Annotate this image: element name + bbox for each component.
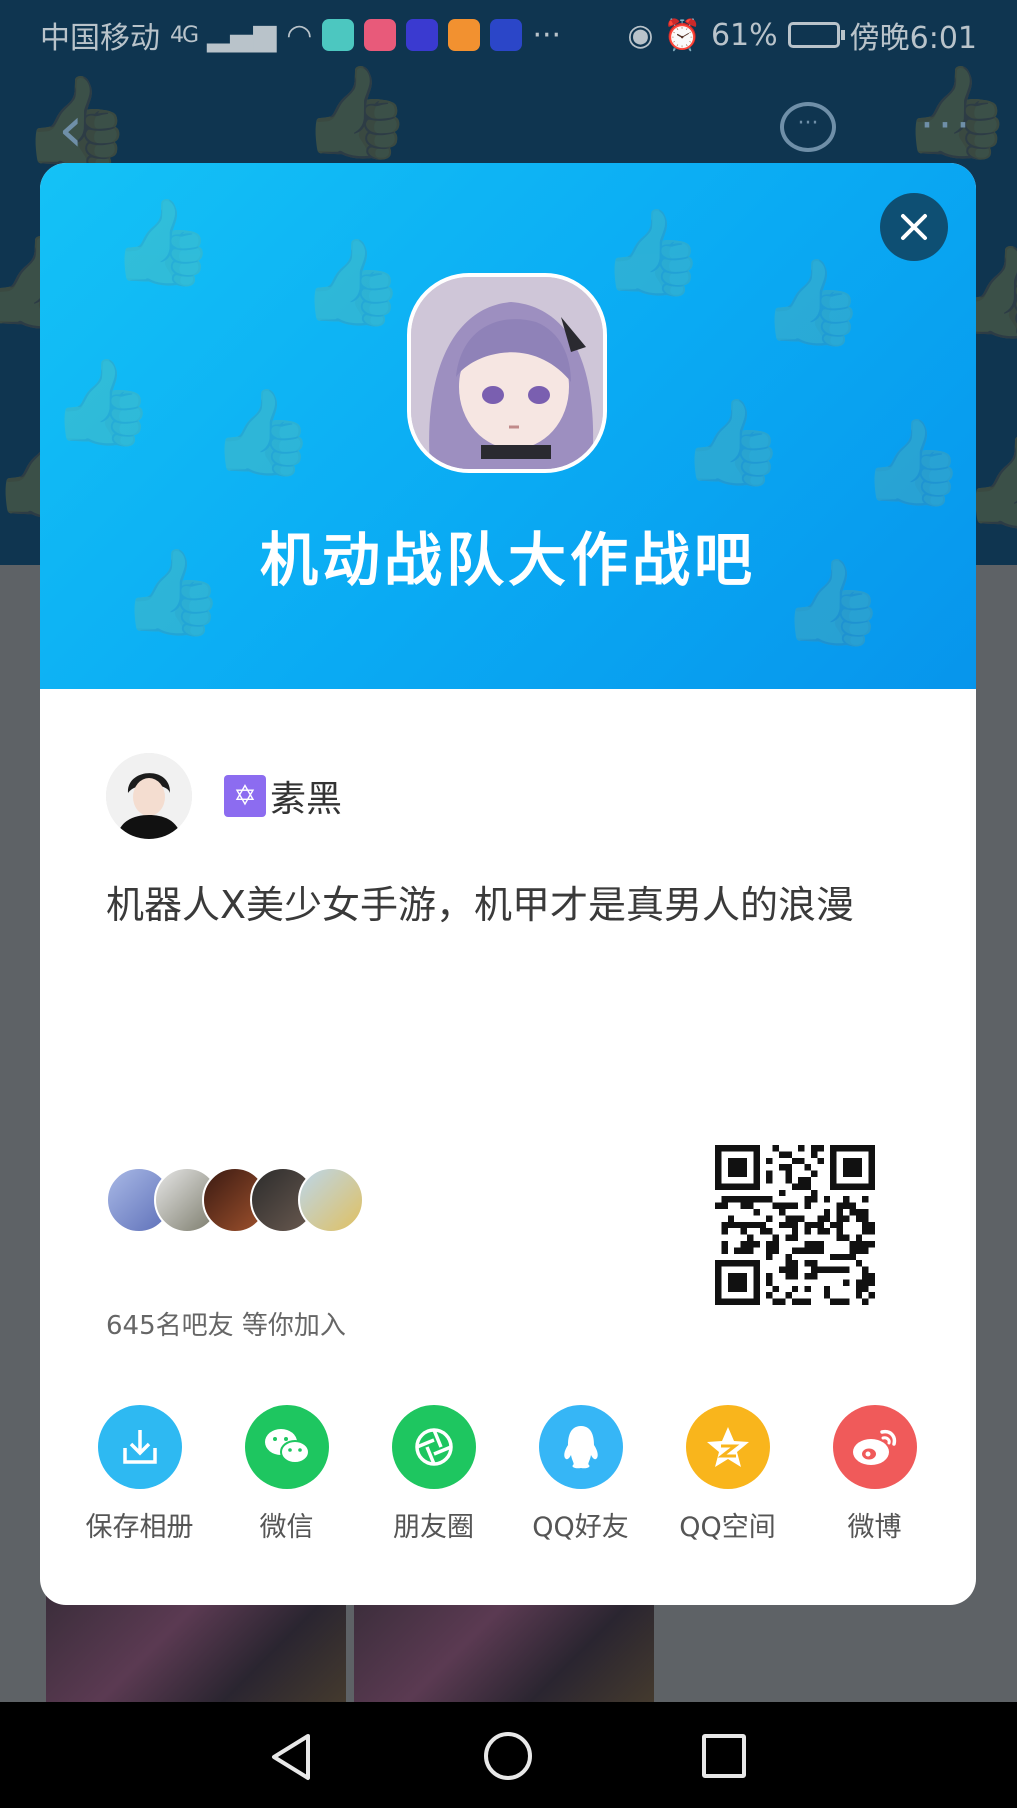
qzone-icon [685,1405,770,1489]
alarm-icon: ⏰ [663,17,701,53]
pattern-icon: 👍 [600,203,705,301]
close-button[interactable] [880,193,948,261]
battery-icon [787,22,845,48]
back-icon[interactable]: ‹ [58,98,84,162]
battery-label: 61% [710,17,778,53]
share-label: 微博 [847,1512,902,1543]
share-label: 朋友圈 [393,1512,474,1543]
app-notification-icon [364,19,397,51]
eye-icon: ◉ [627,17,654,53]
pattern-icon: 👍 [760,253,865,351]
pattern-icon: 👍 [50,353,155,451]
share-label: 保存相册 [85,1512,194,1543]
members-count-text: 645名吧友 等你加入 [106,1311,346,1341]
forum-title: 机动战队大作战吧 [259,526,756,594]
close-icon [901,214,927,240]
app-notification-icon [490,19,523,51]
moments-icon [391,1405,476,1489]
pattern-icon: 👍 [110,193,215,291]
share-qq-friend[interactable]: QQ好友 [507,1405,654,1544]
share-label: QQ好友 [532,1512,629,1543]
share-options: 保存相册 微信 朋友圈 QQ好友 QQ空间 微博 [40,1405,976,1555]
author-row: ✡ 素黑 [106,753,342,839]
share-label: QQ空间 [679,1512,776,1543]
share-qzone[interactable]: QQ空间 [654,1405,801,1544]
weibo-icon [832,1405,917,1489]
author-avatar [106,753,192,839]
pattern-icon: 👍 [300,233,405,331]
qr-code [715,1145,875,1305]
status-bar: 中国移动 4G ▂▄▆ ◠ ··· ◉ ⏰ 61% 傍晚6:01 [0,0,1017,70]
member-avatars [106,1167,364,1237]
network-label: 4G [170,22,199,48]
member-avatar [298,1167,364,1233]
wechat-icon [244,1405,329,1489]
app-notification-icon [406,19,439,51]
share-wechat[interactable]: 微信 [213,1405,360,1544]
card-banner: 👍 👍 👍 👍 👍 👍 👍 👍 👍 👍 机动战队大作战吧 [40,163,976,689]
share-moments[interactable]: 朋友圈 [360,1405,507,1544]
share-weibo[interactable]: 微博 [801,1405,948,1544]
chat-icon[interactable]: ··· [780,102,836,152]
top-nav: ‹ ··· ··· [0,90,1017,170]
forum-avatar [407,273,607,473]
pattern-icon: 👍 [210,383,315,481]
star-badge-icon: ✡ [224,775,266,817]
nav-home-icon[interactable] [484,1732,532,1780]
pattern-icon: 👍 [680,393,785,491]
share-save-album[interactable]: 保存相册 [66,1405,213,1544]
carrier-label: 中国移动 [40,21,160,56]
share-card: 👍 👍 👍 👍 👍 👍 👍 👍 👍 👍 机动战队大作战吧 ✡ 素黑 机器人X美少… [40,163,976,1605]
more-icon[interactable]: ··· [920,100,974,151]
app-notification-icon [448,19,481,51]
time-label: 傍晚6:01 [849,21,977,56]
nav-back-icon[interactable] [268,1732,314,1782]
qq-icon [538,1405,623,1489]
author-name: 素黑 [270,779,343,820]
wifi-icon: ◠ [286,17,313,53]
more-notifications-icon: ··· [532,17,562,53]
background-thumbnails [46,1590,654,1702]
signal-icon: ▂▄▆ [207,17,277,53]
pattern-icon: 👍 [860,413,965,511]
forum-description: 机器人X美少女手游，机甲才是真男人的浪漫 [106,883,855,927]
share-label: 微信 [259,1512,314,1543]
app-notification-icon [322,19,355,51]
nav-recent-apps-icon[interactable] [702,1734,746,1778]
system-nav-bar [0,1702,1017,1808]
download-icon [97,1405,182,1489]
